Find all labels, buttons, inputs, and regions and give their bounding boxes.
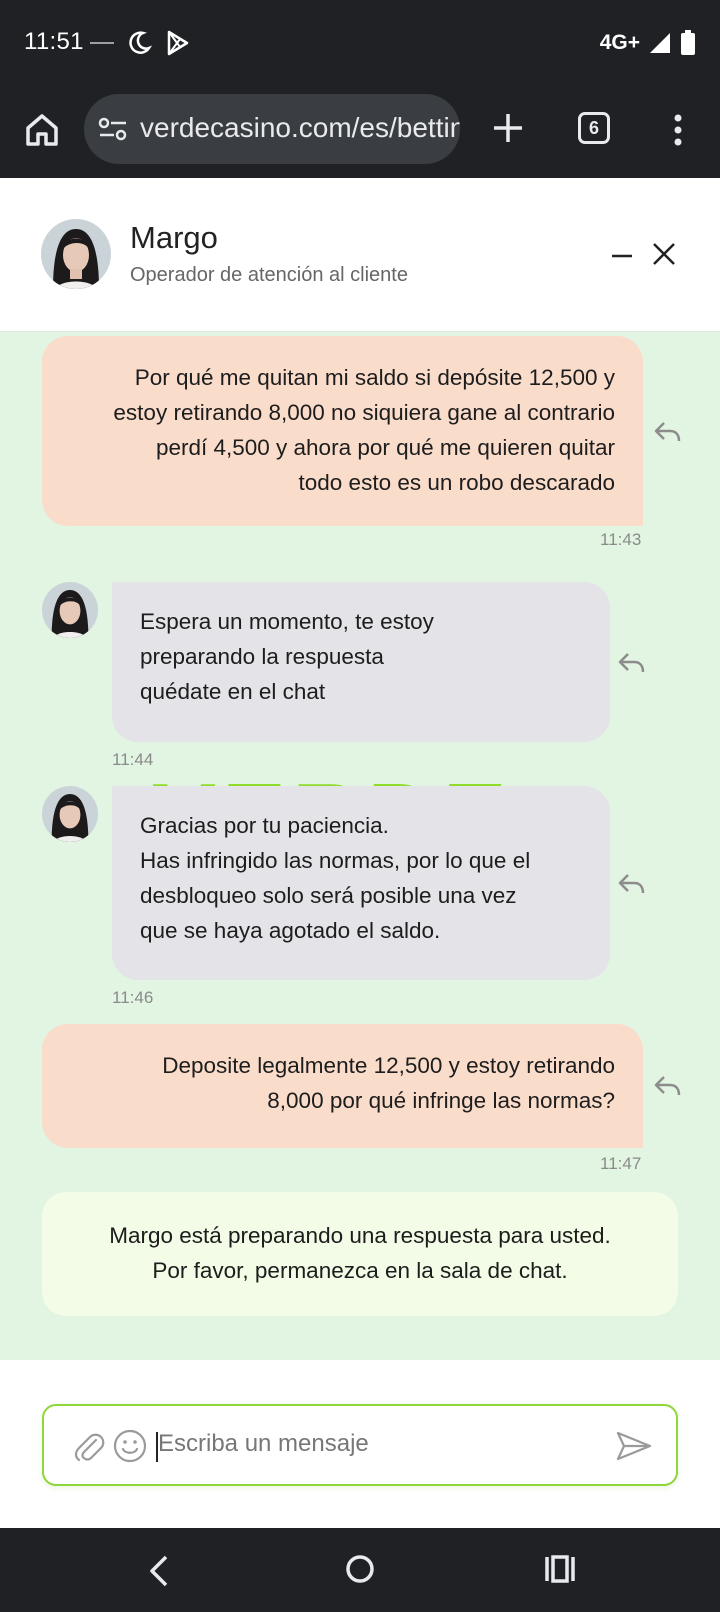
- status-bar: 11:51 4G+: [0, 0, 720, 88]
- reply-icon[interactable]: [654, 421, 682, 443]
- chat-messages[interactable]: VERDE Por qué me quitan mi saldo si depó…: [0, 332, 720, 1360]
- moon-icon: [129, 31, 152, 54]
- back-icon[interactable]: [146, 1554, 172, 1588]
- message-time: 11:47: [600, 1154, 642, 1173]
- agent-avatar-small: [42, 582, 98, 638]
- url-text: verdecasino.com/es/betting: [140, 112, 460, 143]
- agent-avatar-small: [42, 786, 98, 842]
- message-line: Gracias por tu paciencia.: [140, 813, 389, 838]
- message-line: Espera un momento, te estoy: [140, 609, 434, 634]
- network-type: 4G+: [599, 31, 640, 54]
- agent-message: Espera un momento, te estoy preparando l…: [112, 582, 610, 742]
- reply-icon[interactable]: [618, 652, 646, 674]
- home-nav-icon[interactable]: [344, 1552, 376, 1586]
- message-time: 11:44: [112, 750, 154, 769]
- signal-icon: [650, 33, 670, 53]
- message-line: desbloqueo solo será posible una vez: [140, 883, 517, 908]
- attachment-icon[interactable]: [72, 1430, 106, 1464]
- address-bar[interactable]: verdecasino.com/es/betting: [84, 94, 460, 164]
- message-line: preparando la respuesta: [140, 644, 384, 669]
- message-line: quédate en el chat: [140, 679, 326, 704]
- menu-icon[interactable]: [666, 110, 690, 150]
- message-line: Has infringido las normas, por lo que el: [140, 848, 531, 873]
- tab-switcher-icon[interactable]: 6: [578, 112, 610, 144]
- battery-icon: [681, 30, 695, 55]
- agent-avatar: [41, 219, 111, 289]
- new-tab-icon[interactable]: [488, 108, 528, 148]
- message-time: 11:46: [112, 988, 154, 1007]
- user-message: Por qué me quitan mi saldo si depósite 1…: [42, 336, 643, 526]
- agent-role: Operador de atención al cliente: [130, 264, 408, 286]
- browser-toolbar: verdecasino.com/es/betting 6: [0, 88, 720, 178]
- message-placeholder: Escriba un mensaje: [158, 1430, 369, 1457]
- message-time: 11:43: [600, 530, 642, 549]
- agent-name: Margo: [130, 220, 218, 255]
- minimize-icon[interactable]: [610, 244, 634, 268]
- reply-icon[interactable]: [654, 1075, 682, 1097]
- play-store-icon: [167, 30, 189, 56]
- chat-header: Margo Operador de atención al cliente: [0, 178, 720, 332]
- typing-notice: Margo está preparando una respuesta para…: [42, 1192, 678, 1316]
- message-composer: Escriba un mensaje: [0, 1360, 720, 1528]
- send-icon[interactable]: [616, 1430, 652, 1462]
- notice-line: Margo está preparando una respuesta para…: [109, 1223, 611, 1248]
- notification-dots-icon: [90, 42, 114, 44]
- close-icon[interactable]: [650, 240, 678, 268]
- message-line: estoy retirando 8,000 no siquiera gane a…: [113, 400, 615, 425]
- status-time: 11:51: [24, 28, 84, 55]
- user-message: Deposite legalmente 12,500 y estoy retir…: [42, 1024, 643, 1148]
- home-icon[interactable]: [22, 110, 62, 150]
- message-line: perdí 4,500 y ahora por qué me quieren q…: [155, 435, 615, 460]
- message-input[interactable]: Escriba un mensaje: [42, 1404, 678, 1486]
- system-navigation-bar: [0, 1528, 720, 1612]
- reply-icon[interactable]: [618, 873, 646, 895]
- message-line: Por qué me quitan mi saldo si depósite 1…: [134, 365, 615, 390]
- message-line: que se haya agotado el saldo.: [140, 918, 441, 943]
- message-line: 8,000 por qué infringe las normas?: [267, 1088, 615, 1113]
- message-line: todo esto es un robo descarado: [298, 470, 615, 495]
- agent-message: Gracias por tu paciencia. Has infringido…: [112, 786, 610, 980]
- notice-line: Por favor, permanezca en la sala de chat…: [152, 1258, 568, 1283]
- message-line: Deposite legalmente 12,500 y estoy retir…: [162, 1053, 615, 1078]
- recent-apps-icon[interactable]: [544, 1554, 576, 1584]
- site-settings-icon[interactable]: [98, 117, 128, 141]
- emoji-icon[interactable]: [112, 1428, 148, 1464]
